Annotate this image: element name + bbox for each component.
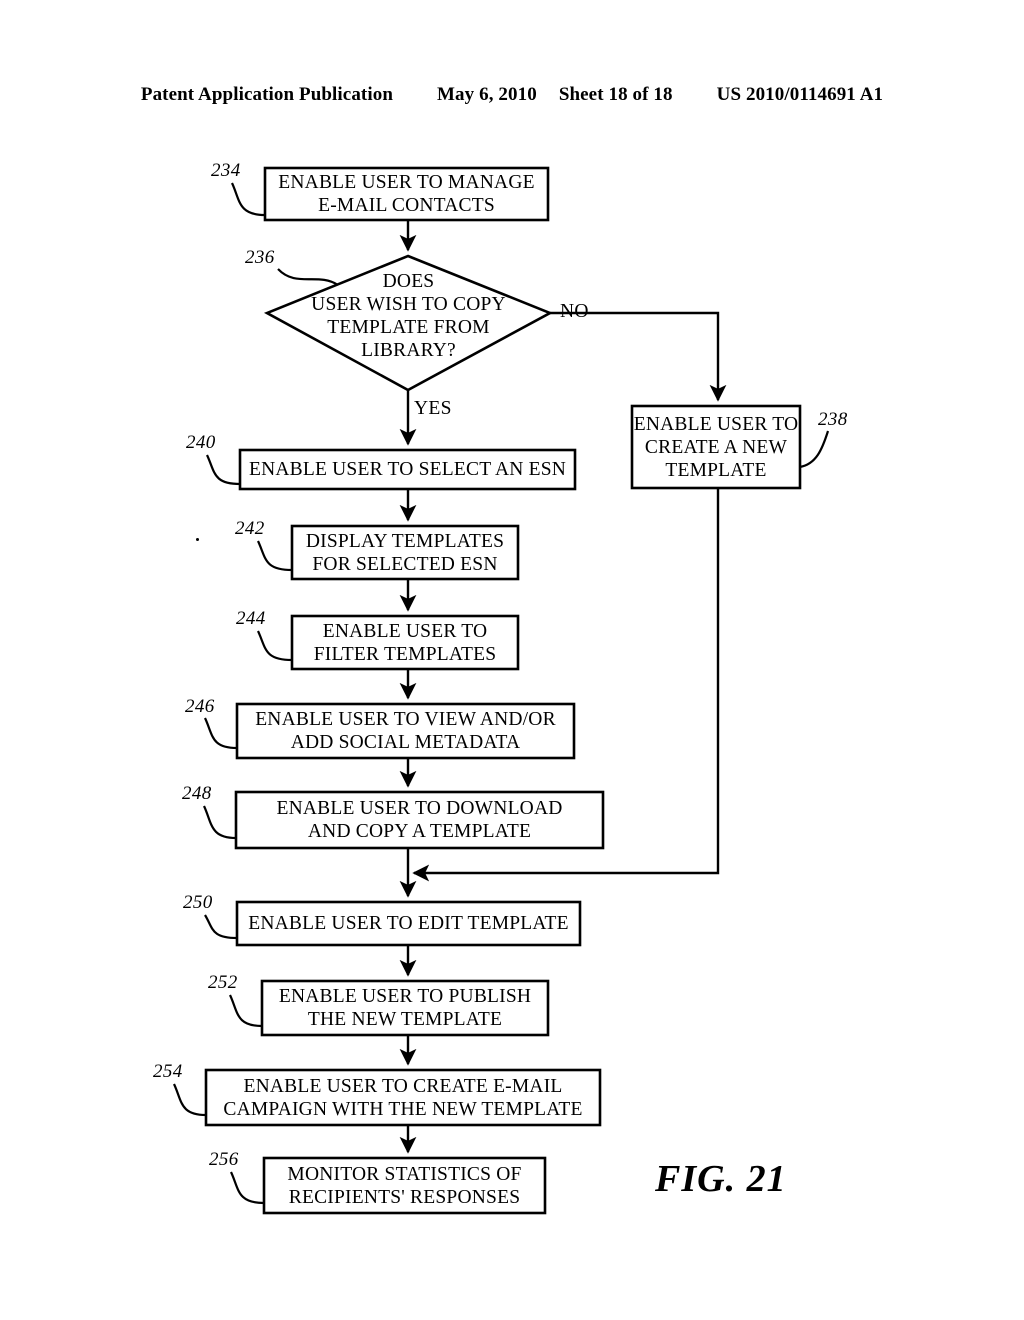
node-shape-250 [235,900,582,947]
leader-234 [231,182,266,217]
ref-number-250: 250 [183,892,213,913]
ref-number-248: 248 [182,783,212,804]
node-shape-248 [234,790,605,850]
leader-248 [203,805,237,840]
ref-number-242: 242 [235,518,265,539]
node-shape-246 [235,702,576,760]
leader-244 [257,630,293,662]
node-shape-238 [630,404,802,490]
leader-240 [206,454,241,486]
leader-242 [257,540,293,572]
ref-number-252: 252 [208,972,238,993]
ref-number-246: 246 [185,696,215,717]
leader-238 [799,430,830,469]
leader-254 [173,1083,207,1117]
node-shape-244 [290,614,520,671]
node-shape-256 [262,1156,547,1215]
connector-236-238-no [550,311,727,402]
ref-number-244: 244 [236,608,266,629]
ref-number-240: 240 [186,432,216,453]
ref-number-234: 234 [211,160,241,181]
node-shape-254 [204,1068,602,1127]
edge-label-yes: YES [414,398,452,419]
leader-236 [277,268,339,286]
node-shape-240 [238,448,577,491]
flowchart-graphics [173,166,830,1215]
ref-number-256: 256 [209,1149,239,1170]
node-shape-242 [290,524,520,581]
leader-252 [229,994,263,1028]
edge-label-no: NO [560,301,589,322]
scan-speck [196,538,199,541]
figure-caption: FIG. 21 [655,1158,787,1200]
leader-250 [204,914,238,940]
ref-number-236: 236 [245,247,275,268]
leader-256 [230,1171,265,1205]
leader-246 [204,717,238,750]
node-shape-252 [260,979,550,1037]
ref-number-254: 254 [153,1061,183,1082]
connector-238-250-merge [412,488,720,882]
node-shape-236 [263,254,554,392]
ref-number-238: 238 [818,409,848,430]
node-shape-234 [263,166,550,222]
flowchart-diagram: ENABLE USER TO MANAGE E-MAIL CONTACTS DO… [0,0,1024,1320]
